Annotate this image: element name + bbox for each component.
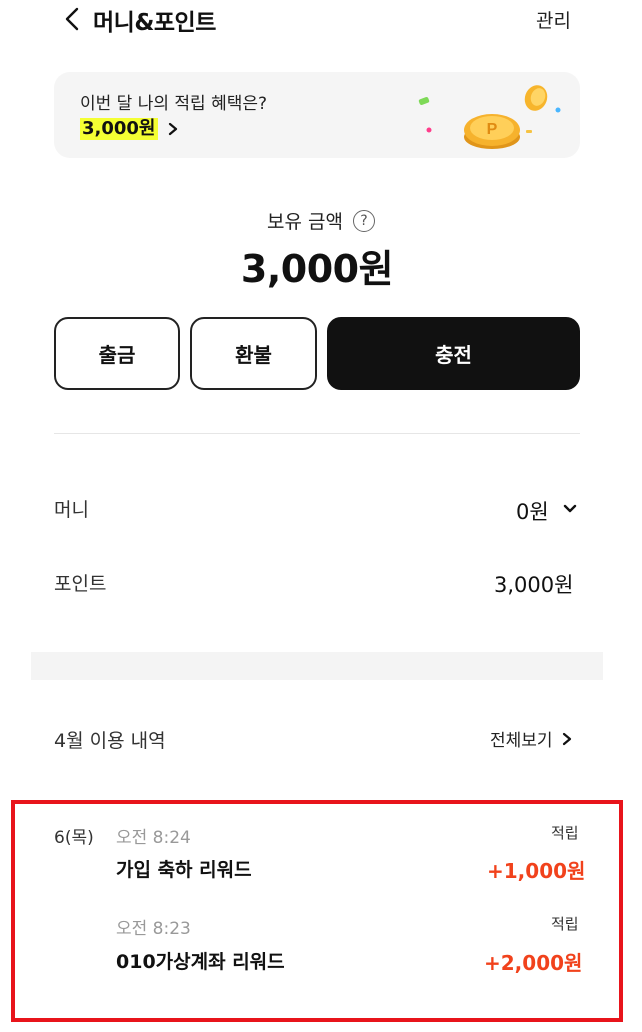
banner-amount-row: 3,000원 xyxy=(80,116,180,142)
balance-label-row: 보유 금액 ? xyxy=(0,207,642,234)
history-title: 4월 이용 내역 xyxy=(54,730,166,752)
coin-illustration-icon: P xyxy=(418,85,561,149)
chevron-right-icon xyxy=(168,122,177,136)
balance-label: 보유 금액 xyxy=(267,211,343,233)
points-label: 포인트 xyxy=(54,573,107,595)
charge-button[interactable]: 충전 xyxy=(327,317,580,390)
points-value: 3,000원 xyxy=(494,573,574,597)
svg-text:P: P xyxy=(487,121,498,138)
view-all-label: 전체보기 xyxy=(490,731,553,751)
back-arrow-icon[interactable] xyxy=(60,6,86,32)
monthly-reward-banner[interactable]: 이번 달 나의 적립 혜택은? 3,000원 P xyxy=(54,72,580,158)
divider xyxy=(54,433,580,434)
help-icon[interactable]: ? xyxy=(352,209,375,232)
page-title: 머니&포인트 xyxy=(93,10,216,36)
transaction-amount: +2,000원 xyxy=(484,951,583,975)
transaction-time: 오전 8:24 xyxy=(116,828,191,848)
transaction-amount: +1,000원 xyxy=(487,859,586,883)
balance-amount: 3,000원 xyxy=(240,247,394,291)
chevron-down-icon[interactable] xyxy=(562,503,578,515)
banner-text: 이번 달 나의 적립 혜택은? xyxy=(80,94,268,114)
chevron-right-icon xyxy=(562,732,571,745)
transaction-time: 오전 8:23 xyxy=(116,919,191,939)
money-value[interactable]: 0원 xyxy=(516,496,549,526)
view-all-link[interactable]: 전체보기 xyxy=(490,726,573,751)
banner-amount: 3,000원 xyxy=(80,118,158,140)
app-header: 머니&포인트 관리 xyxy=(0,0,642,40)
manage-button[interactable]: 관리 xyxy=(536,6,571,33)
transaction-name: 가입 축하 리워드 xyxy=(116,859,252,881)
transaction-date: 6(목) xyxy=(54,828,94,848)
transaction-type: 적립 xyxy=(551,824,579,842)
transaction-type: 적립 xyxy=(551,915,579,933)
refund-button[interactable]: 환불 xyxy=(190,317,317,390)
section-separator xyxy=(31,652,603,680)
money-label: 머니 xyxy=(54,499,89,521)
transaction-name: 010가상계좌 리워드 xyxy=(116,951,285,973)
withdraw-button[interactable]: 출금 xyxy=(54,317,180,390)
annotation-highlight-box xyxy=(11,800,623,1022)
